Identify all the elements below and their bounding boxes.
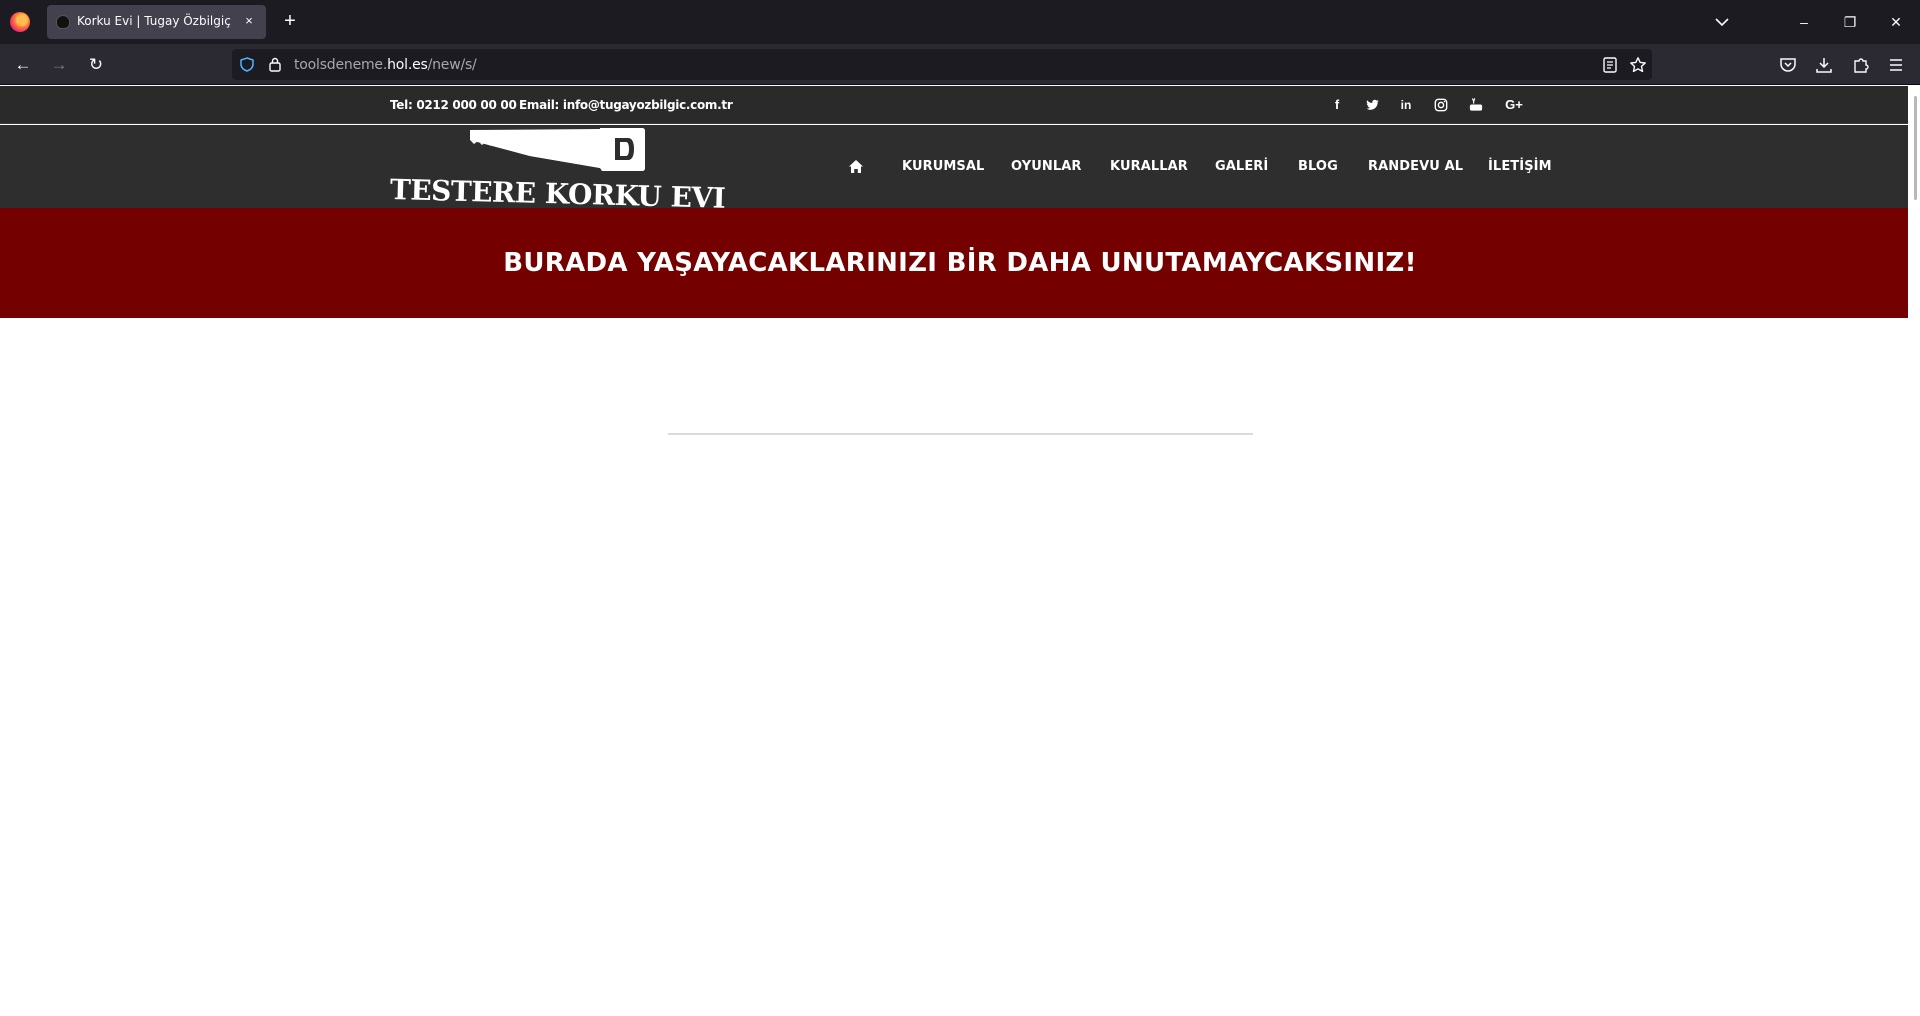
site-logo[interactable]: TESTERE KORKU EVI [390, 125, 730, 215]
window-minimize-button[interactable]: – [1792, 10, 1816, 34]
menu-item-oyunlar[interactable]: OYUNLAR [1011, 159, 1082, 174]
browser-nav-bar: ← → ↻ toolsdeneme.hol.es/new/s/ [0, 44, 1920, 85]
phone-contact: Tel: 0212 000 00 00 [390, 98, 517, 112]
extensions-puzzle-icon[interactable] [1851, 55, 1871, 75]
menu-item-iletisim[interactable]: İLETİŞİM [1488, 159, 1552, 174]
url-text[interactable]: toolsdeneme.hol.es/new/s/ [294, 57, 477, 73]
menu-item-kurallar[interactable]: KURALLAR [1110, 159, 1188, 174]
browser-tab-active[interactable]: Korku Evi | Tugay Özbilgiç × [47, 5, 266, 39]
lock-icon[interactable] [268, 57, 282, 72]
tab-close-icon[interactable]: × [240, 12, 258, 30]
google-plus-icon[interactable]: G+ [1503, 97, 1525, 113]
tracking-shield-icon[interactable] [240, 57, 254, 72]
page-scrollbar-thumb[interactable] [1914, 96, 1917, 200]
pocket-icon[interactable] [1778, 55, 1798, 75]
window-restore-button[interactable]: ❐ [1838, 10, 1862, 34]
linkedin-icon[interactable]: in [1398, 97, 1414, 113]
content-divider [668, 433, 1253, 435]
bookmark-star-icon[interactable] [1629, 56, 1647, 74]
forward-button[interactable]: → [47, 53, 71, 77]
site-header: TESTERE KORKU EVI KURUMSAL OYUNLAR KURAL… [0, 125, 1920, 215]
browser-tab-bar: Korku Evi | Tugay Özbilgiç × + – ❐ ✕ [0, 0, 1920, 44]
window-close-button[interactable]: ✕ [1884, 10, 1908, 34]
menu-item-randevu-al[interactable]: RANDEVU AL [1368, 159, 1463, 174]
reload-button[interactable]: ↻ [84, 53, 108, 77]
skull-favicon-icon [56, 15, 70, 29]
youtube-icon[interactable] [1468, 97, 1484, 113]
downloads-icon[interactable] [1814, 55, 1834, 75]
hero-banner: BURADA YAŞAYACAKLARINIZI BİR DAHA UNUTAM… [0, 208, 1920, 318]
saw-logo-icon [470, 128, 645, 171]
menu-item-galeri[interactable]: GALERİ [1215, 159, 1268, 174]
instagram-icon[interactable] [1433, 97, 1449, 113]
reader-view-icon[interactable] [1601, 56, 1619, 74]
tab-title: Korku Evi | Tugay Özbilgiç [77, 14, 231, 28]
new-tab-button[interactable]: + [279, 11, 301, 33]
banner-heading: BURADA YAŞAYACAKLARINIZI BİR DAHA UNUTAM… [503, 248, 1417, 278]
menu-item-blog[interactable]: BLOG [1298, 159, 1338, 174]
facebook-icon[interactable]: f [1329, 97, 1345, 113]
email-contact[interactable]: Email: info@tugayozbilgic.com.tr [519, 98, 733, 112]
back-button[interactable]: ← [11, 53, 35, 77]
firefox-logo-icon[interactable] [10, 12, 30, 32]
page-scrollbar[interactable] [1908, 86, 1920, 1016]
site-topbar: Tel: 0212 000 00 00 Email: info@tugayozb… [0, 86, 1920, 124]
menu-item-kurumsal[interactable]: KURUMSAL [902, 159, 984, 174]
hamburger-menu-icon[interactable] [1886, 55, 1906, 75]
twitter-icon[interactable] [1364, 97, 1380, 113]
url-bar[interactable]: toolsdeneme.hol.es/new/s/ [232, 49, 1652, 80]
tab-list-chevron-icon[interactable] [1712, 12, 1732, 32]
home-icon[interactable] [848, 159, 864, 174]
